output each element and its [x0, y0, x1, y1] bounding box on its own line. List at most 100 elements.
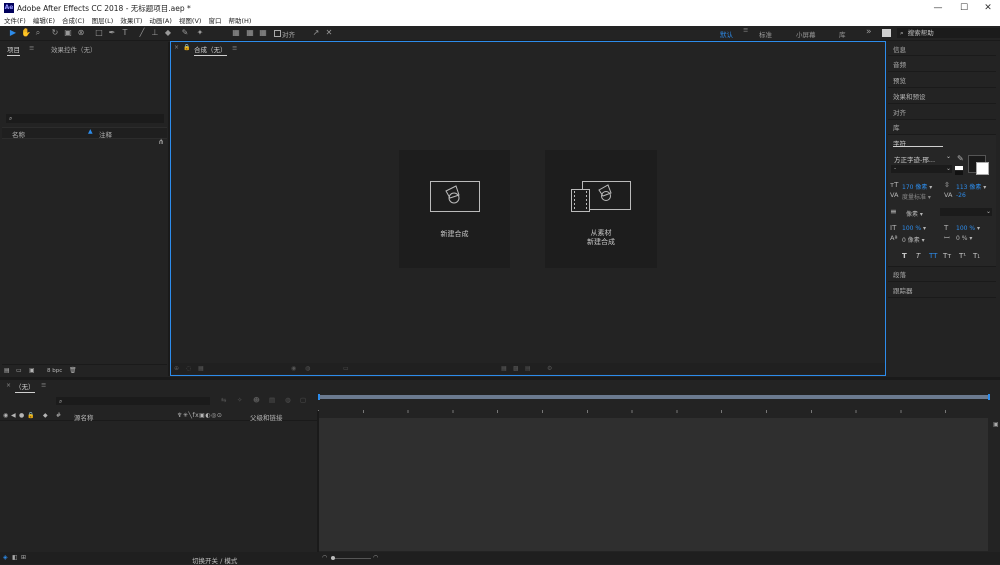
horizontal-scale-value[interactable]: 100 % ▾ [956, 225, 980, 232]
view-axis-icon[interactable]: ▦ [259, 28, 267, 37]
menu-composition[interactable]: 合成(C) [62, 16, 85, 26]
pan-behind-tool-icon[interactable]: ⊗ [77, 28, 85, 37]
time-ruler[interactable] [318, 402, 990, 416]
expand-layer-switches-icon[interactable]: ◈ [3, 554, 8, 561]
zoom-out-icon[interactable]: ◠ [322, 554, 327, 561]
menu-effect[interactable]: 效果(T) [120, 16, 142, 26]
region-of-interest-icon[interactable]: ▦ [198, 365, 204, 372]
workspace-standard[interactable]: 标准 [759, 29, 772, 39]
zoom-slider-handle[interactable] [331, 556, 335, 560]
menu-edit[interactable]: 编辑(E) [33, 16, 55, 26]
tab-timeline[interactable]: （无） [15, 381, 35, 393]
column-name[interactable]: 名称 [12, 129, 25, 139]
workspace-small-screen[interactable]: 小屏幕 [796, 29, 816, 39]
stroke-color-swatch[interactable] [976, 162, 989, 175]
menu-view[interactable]: 视图(V) [179, 16, 202, 26]
lock-icon[interactable]: 🔒 [183, 44, 190, 51]
comp-mini-flowchart-icon[interactable]: ⇆ [221, 396, 226, 404]
eyedropper-icon[interactable]: ✎ [957, 154, 964, 163]
graph-editor-icon[interactable]: ▢ [300, 396, 306, 404]
work-area-start-handle[interactable] [318, 394, 320, 400]
zoom-tool-icon[interactable]: ⌕ [34, 28, 42, 37]
font-family-select[interactable]: 方正字迹-邢... ⌄ [891, 153, 952, 164]
puppet-pin-tool-icon[interactable]: ✦ [196, 28, 204, 37]
draft-3d-icon[interactable]: ✧ [237, 396, 242, 404]
panel-menu-icon[interactable]: ≡ [41, 381, 46, 389]
black-swatch[interactable] [955, 171, 963, 175]
panel-menu-icon[interactable]: ≡ [232, 44, 237, 52]
stroke-style-select[interactable]: ⌄ [940, 208, 992, 216]
info-panel-header[interactable]: 信息 [893, 44, 906, 54]
baseline-shift-value[interactable]: 0 像素 ▾ [902, 235, 925, 244]
show-channel-icon[interactable]: ◍ [305, 365, 310, 372]
composition-from-footage-card[interactable]: 从素材 新建合成 [545, 150, 657, 268]
column-comment[interactable]: 注释 [99, 129, 112, 139]
camera-snapshot-icon[interactable]: ◉ [291, 365, 296, 372]
close-tab-icon[interactable]: × [6, 382, 11, 389]
effects-presets-panel-header[interactable]: 效果和预设 [893, 91, 926, 101]
timeline-icon[interactable]: ▤ [525, 365, 531, 372]
tracker-panel-header[interactable]: 跟踪器 [893, 285, 913, 295]
expand-modes-icon[interactable]: ◧ [12, 554, 18, 561]
hand-tool-icon[interactable]: ✋ [21, 28, 31, 37]
selection-tool-icon[interactable]: ▶ [9, 28, 17, 37]
kerning-value[interactable]: 度量标准 ▾ [902, 192, 931, 201]
flowchart-icon[interactable]: ⋔ [158, 138, 164, 146]
leading-value[interactable]: 113 像素 ▾ [956, 182, 986, 191]
brush-tool-icon[interactable]: ╱ [138, 28, 146, 37]
minimize-icon[interactable]: — [924, 0, 952, 16]
small-caps-button[interactable]: Tт [943, 252, 951, 260]
column-parent-link[interactable]: 父级和链接 [250, 412, 283, 422]
camera-tool-icon[interactable]: ▣ [64, 28, 72, 37]
libraries-panel-header[interactable]: 库 [893, 122, 900, 132]
work-area-end-handle[interactable] [988, 394, 990, 400]
white-swatch[interactable] [955, 166, 963, 170]
rotate-tool-icon[interactable]: ↻ [51, 28, 59, 37]
rectangle-tool-icon[interactable]: □ [95, 28, 103, 37]
solo-switch-icon[interactable]: ● [19, 412, 24, 419]
vertical-scale-value[interactable]: 100 % ▾ [902, 225, 926, 232]
subscript-button[interactable]: T₁ [973, 252, 980, 260]
local-axis-icon[interactable]: ▦ [232, 28, 240, 37]
workspace-libraries[interactable]: 库 [839, 29, 846, 39]
bit-depth-button[interactable]: 8 bpc [47, 368, 62, 374]
mask-visibility-icon[interactable]: ◌ [186, 365, 191, 372]
new-composition-card[interactable]: 新建合成 [399, 150, 510, 268]
work-area-bar[interactable] [318, 395, 990, 399]
audio-panel-header[interactable]: 音频 [893, 59, 906, 69]
world-axis-icon[interactable]: ▦ [246, 28, 254, 37]
pen-tool-icon[interactable]: ✒ [108, 28, 116, 37]
flowchart-icon[interactable]: ⚙ [547, 365, 552, 372]
superscript-button[interactable]: T¹ [959, 252, 966, 260]
roto-brush-tool-icon[interactable]: ✎ [181, 28, 189, 37]
zoom-slider-track[interactable] [331, 558, 371, 559]
clone-stamp-tool-icon[interactable]: ⊥ [151, 28, 159, 37]
interpret-footage-icon[interactable]: ▤ [4, 367, 10, 374]
menu-animation[interactable]: 动画(A) [149, 16, 172, 26]
sync-settings-icon[interactable] [882, 29, 891, 37]
faux-italic-button[interactable]: T [916, 252, 920, 260]
align-checkbox[interactable] [274, 30, 281, 37]
new-folder-icon[interactable]: ▭ [16, 367, 22, 374]
paragraph-panel-header[interactable]: 段落 [893, 269, 906, 279]
expand-time-stretch-icon[interactable]: ⊞ [21, 554, 26, 561]
zoom-in-icon[interactable]: ◠ [373, 554, 378, 561]
tab-composition[interactable]: 合成（无） [194, 44, 227, 56]
align-panel-header[interactable]: 对齐 [893, 107, 906, 117]
more-workspaces-icon[interactable]: » [866, 27, 872, 37]
tracking-value[interactable]: -26 [956, 192, 966, 199]
column-source-name[interactable]: 源名称 [74, 412, 94, 422]
all-caps-button[interactable]: TT [929, 252, 937, 260]
menu-layer[interactable]: 图层(L) [92, 16, 114, 26]
preview-panel-header[interactable]: 预览 [893, 75, 906, 85]
trash-icon[interactable]: 🗑 [69, 367, 77, 374]
stroke-width-value[interactable]: 像素 ▾ [906, 209, 923, 218]
close-icon[interactable]: ✕ [974, 0, 1000, 16]
tab-project[interactable]: 项目 [7, 44, 20, 56]
faux-bold-button[interactable]: T [902, 252, 907, 260]
snap-icon[interactable]: ↗ [312, 28, 320, 37]
project-search-input[interactable]: ⌕ [6, 114, 164, 123]
tsume-value[interactable]: 0 % ▾ [956, 235, 972, 242]
timeline-search-input[interactable]: ⌕ [56, 397, 210, 405]
always-preview-icon[interactable]: ⊕ [174, 365, 179, 372]
